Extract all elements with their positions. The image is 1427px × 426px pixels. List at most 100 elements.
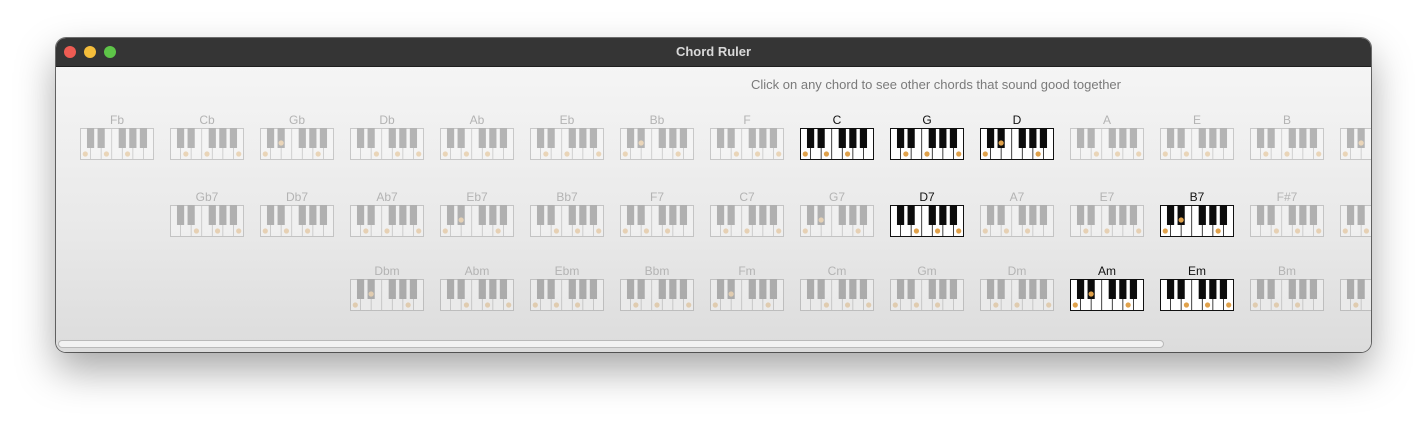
chord-label: Bb7 bbox=[556, 190, 578, 204]
chord-label: F#7 bbox=[1276, 190, 1298, 204]
chord-d7[interactable]: D7 bbox=[889, 190, 965, 240]
chord-label: Em bbox=[1188, 264, 1206, 278]
horizontal-scrollbar[interactable] bbox=[58, 340, 1164, 348]
chord-b7[interactable]: B7 bbox=[1159, 190, 1235, 240]
chord-c7[interactable]: C7 bbox=[709, 190, 785, 240]
piano-keyboard-icon bbox=[170, 205, 244, 237]
chord-dm[interactable]: Dm bbox=[979, 264, 1055, 314]
chord-g7[interactable]: G7 bbox=[799, 190, 875, 240]
piano-keyboard-icon bbox=[530, 205, 604, 237]
chord-d[interactable]: D bbox=[979, 113, 1055, 163]
chord-label: Eb bbox=[559, 113, 575, 127]
piano-keyboard-icon bbox=[1250, 128, 1324, 160]
chord-label: D7 bbox=[919, 190, 935, 204]
chord-label: Gb7 bbox=[195, 190, 219, 204]
piano-keyboard-icon bbox=[1070, 128, 1144, 160]
chord-fb[interactable]: Fb bbox=[79, 113, 155, 163]
chord-label: F bbox=[1339, 264, 1371, 278]
chord-label: C7 bbox=[739, 190, 755, 204]
chord-c[interactable]: C bbox=[1339, 190, 1371, 240]
piano-keyboard-icon bbox=[800, 279, 874, 311]
chord-cm[interactable]: Cm bbox=[799, 264, 875, 314]
chord-e[interactable]: E bbox=[1159, 113, 1235, 163]
piano-keyboard-icon bbox=[710, 128, 784, 160]
piano-keyboard-icon bbox=[890, 279, 964, 311]
piano-keyboard-icon bbox=[1070, 205, 1144, 237]
chord-label: E7 bbox=[1099, 190, 1115, 204]
chord-am[interactable]: Am bbox=[1069, 264, 1145, 314]
piano-keyboard-icon bbox=[350, 279, 424, 311]
piano-keyboard-icon bbox=[260, 128, 334, 160]
piano-keyboard-icon bbox=[800, 205, 874, 237]
piano-keyboard-icon bbox=[170, 128, 244, 160]
chord-bb7[interactable]: Bb7 bbox=[529, 190, 605, 240]
chord-eb[interactable]: Eb bbox=[529, 113, 605, 163]
piano-keyboard-icon bbox=[530, 279, 604, 311]
piano-keyboard-icon bbox=[980, 128, 1054, 160]
piano-keyboard-icon bbox=[1250, 205, 1324, 237]
chord-bbm[interactable]: Bbm bbox=[619, 264, 695, 314]
piano-keyboard-icon bbox=[620, 205, 694, 237]
chord-label: Ebm bbox=[554, 264, 580, 278]
piano-keyboard-icon bbox=[890, 128, 964, 160]
chord-label: Bm bbox=[1278, 264, 1296, 278]
chord-label: Abm bbox=[464, 264, 490, 278]
instruction-text: Click on any chord to see other chords t… bbox=[750, 77, 1121, 92]
title-bar: Chord Ruler bbox=[56, 38, 1371, 67]
chord-e7[interactable]: E7 bbox=[1069, 190, 1145, 240]
chord-bb[interactable]: Bb bbox=[619, 113, 695, 163]
chord-label: F bbox=[743, 113, 751, 127]
piano-keyboard-icon bbox=[1070, 279, 1144, 311]
chord-label: C bbox=[1339, 190, 1371, 204]
chord-label: Dbm bbox=[374, 264, 400, 278]
piano-keyboard-icon bbox=[1340, 205, 1371, 237]
piano-keyboard-icon bbox=[890, 205, 964, 237]
chord-a7[interactable]: A7 bbox=[979, 190, 1055, 240]
chord-gb7[interactable]: Gb7 bbox=[169, 190, 245, 240]
chord-cut-off[interactable] bbox=[1339, 113, 1371, 163]
chord-ab7[interactable]: Ab7 bbox=[349, 190, 425, 240]
chord-label bbox=[1339, 113, 1371, 127]
chord-em[interactable]: Em bbox=[1159, 264, 1235, 314]
chord-label: A bbox=[1102, 113, 1111, 127]
chord-abm[interactable]: Abm bbox=[439, 264, 515, 314]
app-window: Chord Ruler Click on any chord to see ot… bbox=[56, 38, 1371, 352]
chord-label: B7 bbox=[1189, 190, 1205, 204]
chord-gb[interactable]: Gb bbox=[259, 113, 335, 163]
chord-bm[interactable]: Bm bbox=[1249, 264, 1325, 314]
chord-c[interactable]: C bbox=[799, 113, 875, 163]
chord-f[interactable]: F bbox=[709, 113, 785, 163]
piano-keyboard-icon bbox=[710, 205, 784, 237]
chord-label: Bbm bbox=[644, 264, 670, 278]
chord-a[interactable]: A bbox=[1069, 113, 1145, 163]
chord-label: Db7 bbox=[285, 190, 308, 204]
chord-g[interactable]: G bbox=[889, 113, 965, 163]
piano-keyboard-icon bbox=[620, 279, 694, 311]
chord-label: C bbox=[832, 113, 842, 127]
chord-db[interactable]: Db bbox=[349, 113, 425, 163]
chord-label: Eb7 bbox=[466, 190, 488, 204]
chord-f[interactable]: F bbox=[1339, 264, 1371, 314]
chord-label: B bbox=[1282, 113, 1291, 127]
chord-label: Db bbox=[379, 113, 395, 127]
chord-fsharp7[interactable]: F#7 bbox=[1249, 190, 1325, 240]
window-title: Chord Ruler bbox=[675, 44, 752, 59]
piano-keyboard-icon bbox=[440, 279, 514, 311]
chord-ebm[interactable]: Ebm bbox=[529, 264, 605, 314]
chord-f7[interactable]: F7 bbox=[619, 190, 695, 240]
piano-keyboard-icon bbox=[980, 279, 1054, 311]
chord-dbm[interactable]: Dbm bbox=[349, 264, 425, 314]
chord-b[interactable]: B bbox=[1249, 113, 1325, 163]
chord-eb7[interactable]: Eb7 bbox=[439, 190, 515, 240]
chord-db7[interactable]: Db7 bbox=[259, 190, 335, 240]
chord-fm[interactable]: Fm bbox=[709, 264, 785, 314]
chord-cb[interactable]: Cb bbox=[169, 113, 245, 163]
chord-ab[interactable]: Ab bbox=[439, 113, 515, 163]
piano-keyboard-icon bbox=[440, 205, 514, 237]
piano-keyboard-icon bbox=[620, 128, 694, 160]
chord-gm[interactable]: Gm bbox=[889, 264, 965, 314]
piano-keyboard-icon bbox=[350, 205, 424, 237]
chord-label: Bb bbox=[649, 113, 665, 127]
chord-label: F7 bbox=[649, 190, 664, 204]
chord-label: Fm bbox=[738, 264, 756, 278]
